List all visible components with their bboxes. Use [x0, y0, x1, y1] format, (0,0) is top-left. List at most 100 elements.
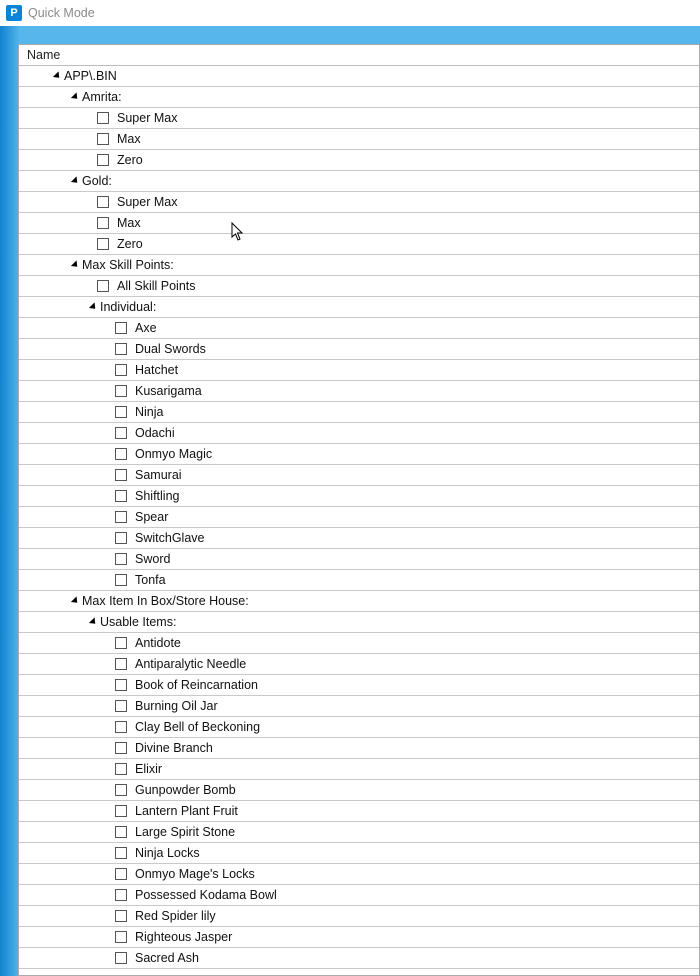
tree-item-label: Kusarigama [135, 384, 202, 398]
tree-item[interactable]: Axe [19, 318, 699, 339]
tree-item-label: Dual Swords [135, 342, 206, 356]
tree-root[interactable]: APP\.BIN [19, 66, 699, 87]
tree-item[interactable]: Tonfa [19, 570, 699, 591]
tree-group[interactable]: Max Item In Box/Store House: [19, 591, 699, 612]
checkbox[interactable] [115, 868, 127, 880]
checkbox[interactable] [115, 448, 127, 460]
checkbox[interactable] [115, 427, 127, 439]
checkbox[interactable] [97, 154, 109, 166]
tree-item[interactable]: Max [19, 213, 699, 234]
tree-subgroup[interactable]: Individual: [19, 297, 699, 318]
tree-item-label: SwitchGlave [135, 531, 204, 545]
tree-group[interactable]: Max Skill Points: [19, 255, 699, 276]
tree-item[interactable]: Large Spirit Stone [19, 822, 699, 843]
tree-view[interactable]: APP\.BINAmrita:Super MaxMaxZeroGold:Supe… [19, 66, 699, 969]
tree-item[interactable]: All Skill Points [19, 276, 699, 297]
tree-item[interactable]: Sacred Ash [19, 948, 699, 969]
tree-item[interactable]: Book of Reincarnation [19, 675, 699, 696]
tree-item[interactable]: Ninja [19, 402, 699, 423]
checkbox[interactable] [115, 343, 127, 355]
checkbox[interactable] [115, 637, 127, 649]
tree-item[interactable]: Zero [19, 150, 699, 171]
tree-subgroup[interactable]: Usable Items: [19, 612, 699, 633]
checkbox[interactable] [97, 112, 109, 124]
checkbox[interactable] [115, 721, 127, 733]
tree-item[interactable]: Elixir [19, 759, 699, 780]
checkbox[interactable] [97, 217, 109, 229]
checkbox[interactable] [115, 385, 127, 397]
checkbox[interactable] [115, 826, 127, 838]
expand-arrow-icon [53, 71, 62, 80]
tree-item[interactable]: Ninja Locks [19, 843, 699, 864]
tree-item[interactable]: Kusarigama [19, 381, 699, 402]
tree-item[interactable]: Gunpowder Bomb [19, 780, 699, 801]
tree-item-label: Amrita: [82, 90, 122, 104]
tree-item-label: Burning Oil Jar [135, 699, 218, 713]
tree-item[interactable]: Red Spider lily [19, 906, 699, 927]
tree-item[interactable]: Dual Swords [19, 339, 699, 360]
window-title: Quick Mode [28, 6, 95, 20]
tree-item-label: Shiftling [135, 489, 179, 503]
checkbox[interactable] [115, 469, 127, 481]
tree-item-label: Zero [117, 237, 143, 251]
tree-item[interactable]: Burning Oil Jar [19, 696, 699, 717]
tree-item[interactable]: Sword [19, 549, 699, 570]
tree-item[interactable]: Clay Bell of Beckoning [19, 717, 699, 738]
checkbox[interactable] [115, 700, 127, 712]
checkbox[interactable] [115, 511, 127, 523]
tree-item-label: Antidote [135, 636, 181, 650]
outer-frame: Name APP\.BINAmrita:Super MaxMaxZeroGold… [0, 26, 700, 976]
checkbox[interactable] [115, 658, 127, 670]
tree-item[interactable]: Super Max [19, 192, 699, 213]
checkbox[interactable] [115, 784, 127, 796]
tree-item[interactable]: Onmyo Mage's Locks [19, 864, 699, 885]
tree-item[interactable]: Shiftling [19, 486, 699, 507]
tree-item-label: Clay Bell of Beckoning [135, 720, 260, 734]
checkbox[interactable] [115, 952, 127, 964]
checkbox[interactable] [115, 910, 127, 922]
tree-item[interactable]: Lantern Plant Fruit [19, 801, 699, 822]
tree-item[interactable]: Antidote [19, 633, 699, 654]
window-titlebar: P Quick Mode [0, 0, 700, 26]
checkbox[interactable] [97, 196, 109, 208]
tree-item[interactable]: Onmyo Magic [19, 444, 699, 465]
tree-item[interactable]: Zero [19, 234, 699, 255]
checkbox[interactable] [115, 490, 127, 502]
expand-arrow-icon [71, 260, 80, 269]
checkbox[interactable] [115, 364, 127, 376]
tree-item[interactable]: Possessed Kodama Bowl [19, 885, 699, 906]
tree-panel: Name APP\.BINAmrita:Super MaxMaxZeroGold… [18, 44, 700, 976]
tree-group[interactable]: Amrita: [19, 87, 699, 108]
checkbox[interactable] [97, 280, 109, 292]
tree-item[interactable]: Hatchet [19, 360, 699, 381]
tree-item[interactable]: Super Max [19, 108, 699, 129]
column-header-name[interactable]: Name [19, 45, 699, 66]
tree-item[interactable]: Max [19, 129, 699, 150]
checkbox[interactable] [97, 133, 109, 145]
checkbox[interactable] [97, 238, 109, 250]
checkbox[interactable] [115, 322, 127, 334]
checkbox[interactable] [115, 406, 127, 418]
checkbox[interactable] [115, 742, 127, 754]
checkbox[interactable] [115, 574, 127, 586]
tree-item[interactable]: Samurai [19, 465, 699, 486]
checkbox[interactable] [115, 805, 127, 817]
tree-group[interactable]: Gold: [19, 171, 699, 192]
checkbox[interactable] [115, 847, 127, 859]
checkbox[interactable] [115, 532, 127, 544]
checkbox[interactable] [115, 931, 127, 943]
tree-item[interactable]: Righteous Jasper [19, 927, 699, 948]
tree-item[interactable]: Antiparalytic Needle [19, 654, 699, 675]
tree-item[interactable]: Spear [19, 507, 699, 528]
checkbox[interactable] [115, 889, 127, 901]
checkbox[interactable] [115, 763, 127, 775]
tree-item-label: Ninja Locks [135, 846, 200, 860]
expand-arrow-icon [89, 302, 98, 311]
tree-item[interactable]: Divine Branch [19, 738, 699, 759]
tree-item[interactable]: SwitchGlave [19, 528, 699, 549]
checkbox[interactable] [115, 679, 127, 691]
tree-item-label: Onmyo Magic [135, 447, 212, 461]
app-icon: P [6, 5, 22, 21]
tree-item[interactable]: Odachi [19, 423, 699, 444]
checkbox[interactable] [115, 553, 127, 565]
